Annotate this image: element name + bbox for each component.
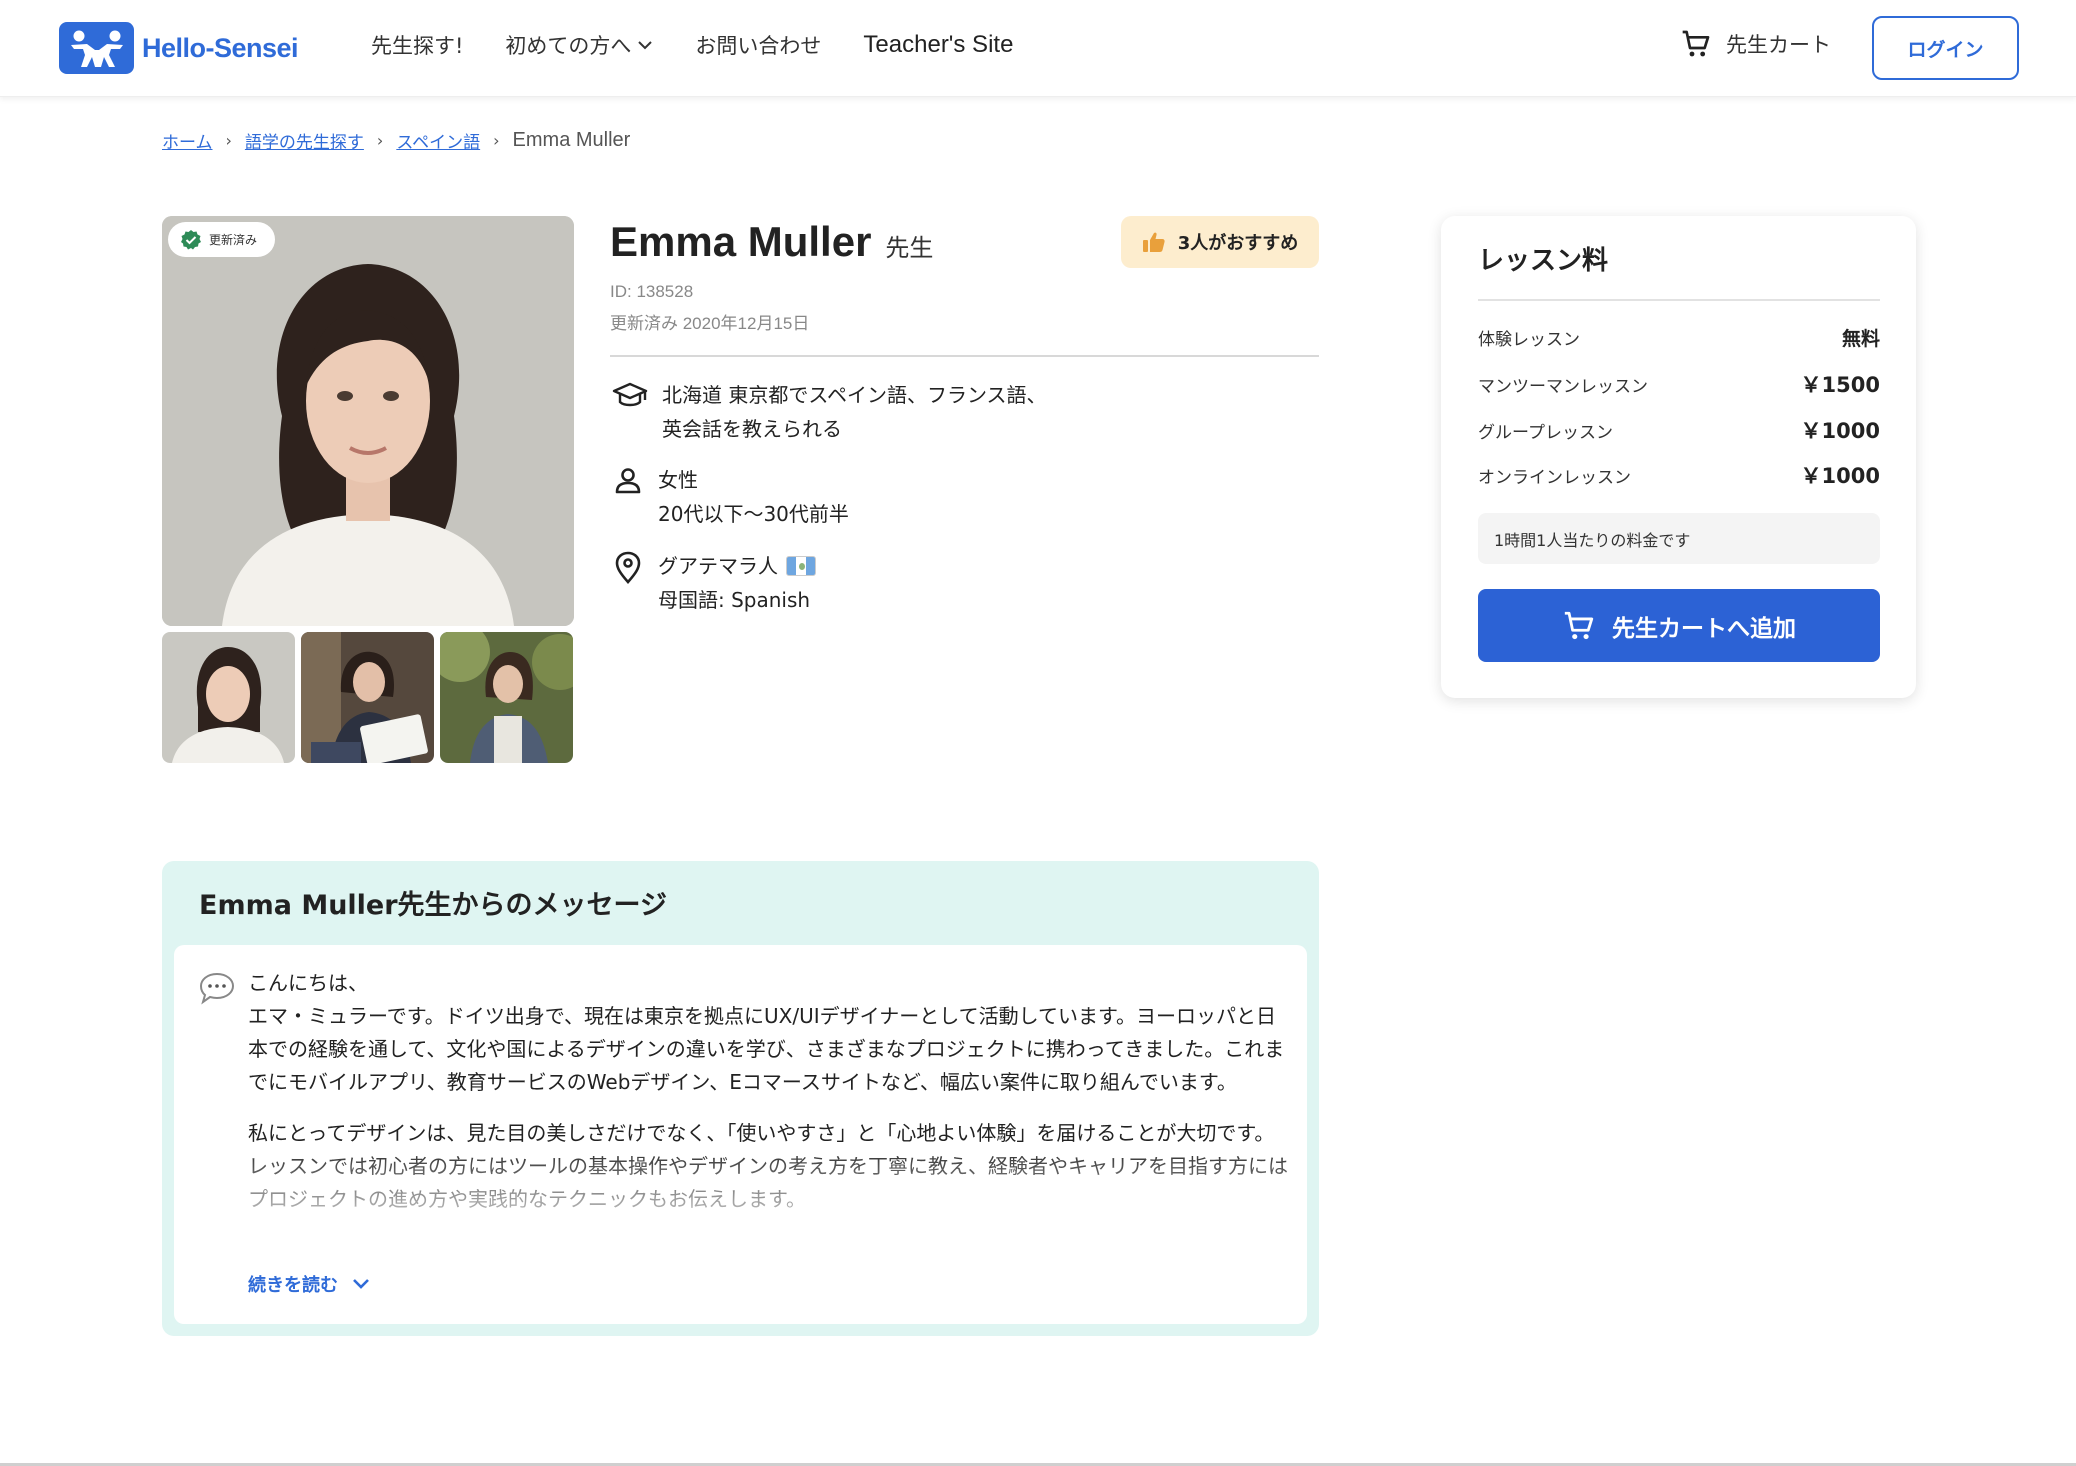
teacher-main-photo[interactable]: 更新済み (162, 216, 574, 626)
price-label-private: マンツーマンレッスン (1478, 376, 1648, 397)
verified-label: 更新済み (209, 233, 258, 247)
teaching-line-1: 北海道 東京都でスペイン語、フランス語、 (662, 383, 1047, 407)
price-note: 1時間1人当たりの料金です (1478, 513, 1880, 564)
price-value-trial: 無料 (1841, 328, 1880, 350)
price-row-group: グループレッスン ￥1000 (1478, 415, 1880, 445)
price-label-group: グループレッスン (1478, 422, 1613, 443)
thumbnail-1[interactable] (162, 632, 295, 763)
nav-contact-label: お問い合わせ (695, 34, 822, 58)
login-button[interactable]: ログイン (1872, 16, 2019, 80)
teacher-message-section: Emma Muller先生からのメッセージ こんにちは、 エマ・ミュラーです。ド… (162, 861, 1319, 1336)
breadcrumb-home[interactable]: ホーム (162, 128, 213, 153)
guatemala-flag-icon (786, 556, 816, 576)
chevron-right-icon: › (225, 131, 232, 150)
price-row-private: マンツーマンレッスン ￥1500 (1478, 369, 1880, 399)
thumbnail-2[interactable] (301, 632, 434, 763)
price-row-online: オンラインレッスン ￥1000 (1478, 460, 1880, 490)
teaching-line-2: 英会話を教えられる (662, 417, 842, 441)
cart-icon (1682, 30, 1710, 57)
teacher-id: ID: 138528 (610, 282, 694, 301)
nationality-info: グアテマラ人 母国語: Spanish (612, 549, 816, 617)
nav-first-time-label: 初めての方へ (505, 34, 632, 58)
breadcrumb-find-teachers[interactable]: 語学の先生探す (245, 128, 364, 153)
message-fade-overlay (174, 1145, 1307, 1235)
cart-icon (1564, 611, 1594, 639)
nav-first-time[interactable]: 初めての方へ (505, 30, 653, 60)
teaching-info: 北海道 東京都でスペイン語、フランス語、 英会話を教えられる (612, 378, 1047, 446)
info-divider (610, 355, 1319, 357)
message-paragraph-1: こんにちは、 エマ・ミュラーです。ドイツ出身で、現在は東京を拠点にUX/UIデザ… (248, 971, 1285, 1094)
logo-people-icon (59, 22, 134, 74)
price-label-online: オンラインレッスン (1478, 467, 1631, 488)
graduation-cap-icon (612, 382, 648, 407)
teacher-name-text: Emma Muller (610, 218, 872, 265)
breadcrumb-current: Emma Muller (512, 129, 631, 151)
person-icon (615, 468, 641, 494)
header-cart-label: 先生カート (1726, 33, 1831, 57)
thumbnail-outdoor-image (440, 632, 573, 763)
photo-thumbnails (162, 632, 579, 763)
recommend-badge[interactable]: 3人がおすすめ (1121, 216, 1319, 268)
nationality-text: グアテマラ人 (658, 554, 778, 578)
header-cart-link[interactable]: 先生カート (1680, 28, 1831, 60)
nav-teachers-site[interactable]: Teacher's Site (863, 31, 1013, 59)
nav-find-teacher-label: 先生探す! (371, 34, 464, 58)
verified-badge: 更新済み (168, 222, 276, 257)
read-more-label: 続きを読む (248, 1275, 338, 1296)
price-card-divider (1478, 299, 1880, 301)
verified-check-icon (181, 229, 201, 249)
site-header: Hello-Sensei 先生探す! 初めての方へ お問い合わせ Teacher… (0, 0, 2076, 97)
price-card-title: レッスン料 (1478, 246, 1609, 276)
chevron-right-icon: › (493, 131, 500, 150)
thumbs-up-icon (1142, 232, 1165, 252)
thumbnail-portrait-image (162, 632, 295, 763)
add-to-cart-button[interactable]: 先生カートへ追加 (1478, 589, 1880, 662)
add-to-cart-label: 先生カートへ追加 (1612, 615, 1796, 642)
breadcrumb-spanish[interactable]: スペイン語 (396, 128, 480, 153)
thumbnail-3[interactable] (440, 632, 573, 763)
gender-age-info: 女性 20代以下〜30代前半 (612, 463, 849, 531)
chevron-down-icon (353, 1279, 369, 1289)
price-label-trial: 体験レッスン (1478, 330, 1580, 350)
message-title: Emma Muller先生からのメッセージ (199, 890, 668, 921)
portrait-image (162, 216, 574, 626)
nav-contact[interactable]: お問い合わせ (695, 30, 821, 60)
teacher-updated-date: 更新済み 2020年12月15日 (610, 314, 810, 333)
price-row-trial: 体験レッスン 無料 (1478, 324, 1880, 351)
logo-text: Hello-Sensei (142, 32, 299, 63)
read-more-button[interactable]: 続きを読む (248, 1271, 370, 1297)
age-range-text: 20代以下〜30代前半 (658, 502, 849, 526)
breadcrumb: ホーム › 語学の先生探す › スペイン語 › Emma Muller (162, 128, 630, 153)
main-nav: 先生探す! 初めての方へ お問い合わせ Teacher's Site (371, 30, 1055, 60)
native-language-text: 母国語: Spanish (658, 588, 811, 612)
price-value-online: ￥1000 (1800, 464, 1880, 488)
recommend-count: 3人がおすすめ (1177, 233, 1299, 254)
thumbnail-working-image (301, 632, 434, 763)
teacher-name: Emma Muller 先生 (610, 218, 933, 266)
teacher-honorific: 先生 (885, 235, 934, 262)
price-value-private: ￥1500 (1800, 373, 1880, 397)
speech-bubble-icon (199, 972, 235, 1005)
site-logo[interactable]: Hello-Sensei (59, 22, 299, 74)
nav-find-teacher[interactable]: 先生探す! (371, 30, 463, 60)
chevron-right-icon: › (376, 131, 384, 150)
nav-teachers-site-label: Teacher's Site (863, 31, 1014, 58)
chevron-down-icon (638, 41, 653, 50)
lesson-price-card: レッスン料 体験レッスン 無料 マンツーマンレッスン ￥1500 グループレッス… (1441, 216, 1916, 698)
price-value-group: ￥1000 (1800, 419, 1880, 443)
message-body: こんにちは、 エマ・ミュラーです。ドイツ出身で、現在は東京を拠点にUX/UIデザ… (174, 945, 1307, 1324)
location-pin-icon (615, 551, 641, 584)
gender-text: 女性 (658, 468, 698, 492)
